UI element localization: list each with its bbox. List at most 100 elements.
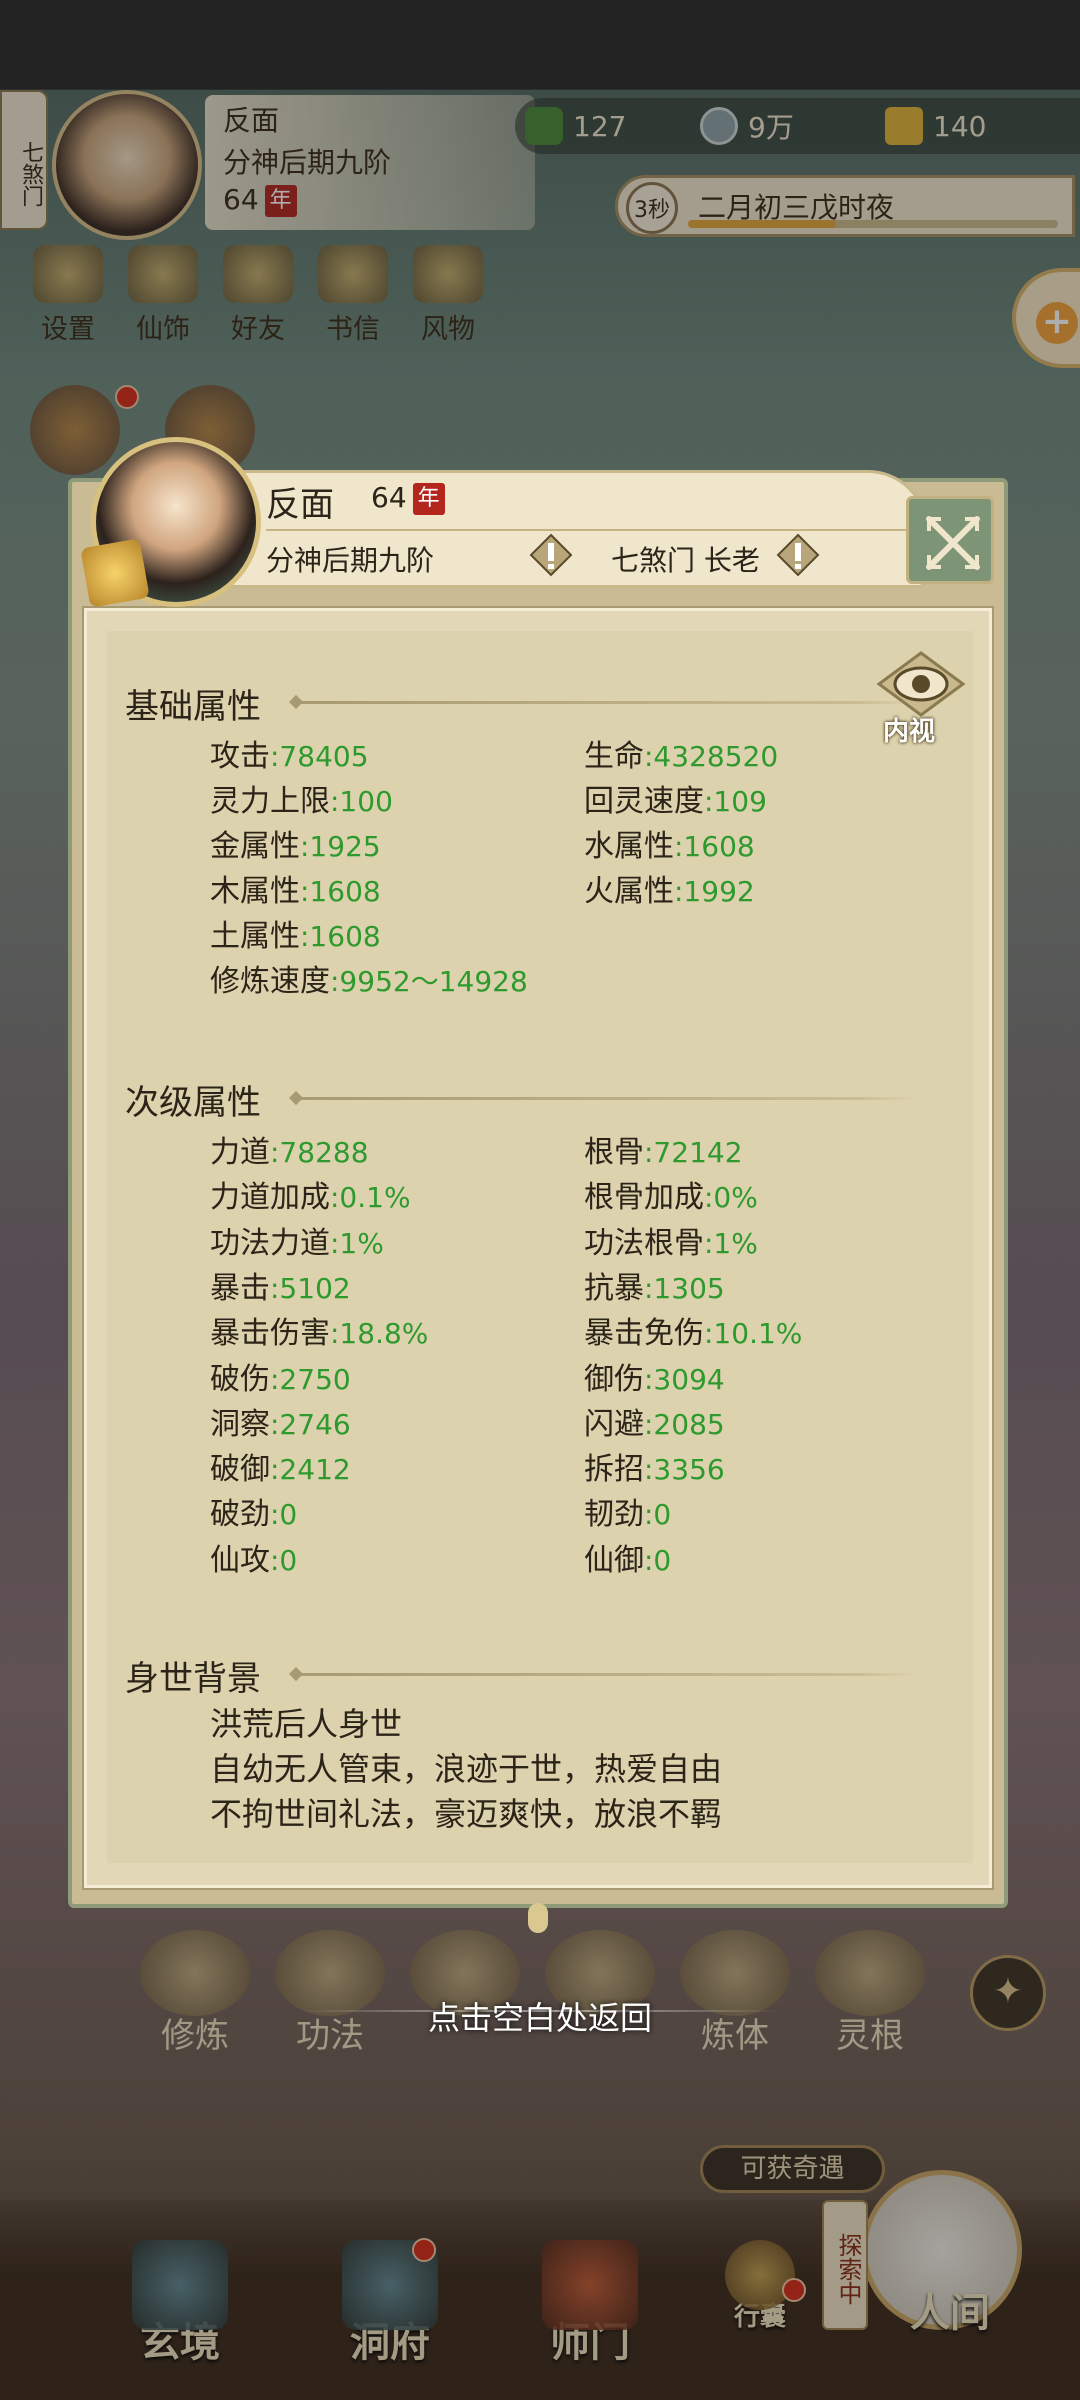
stat-wood: 木属性:1608 [210, 866, 381, 910]
stat-water: 水属性:1608 [584, 821, 755, 865]
stat-value: :1992 [674, 875, 755, 908]
secondary-stat: 功法根骨:1% [584, 1218, 758, 1262]
secondary-stat: 力道:78288 [210, 1127, 369, 1171]
stat-label: 暴击 [210, 1270, 270, 1306]
secondary-stat: 御伤:3094 [584, 1354, 725, 1398]
stat-metal: 金属性:1925 [210, 821, 381, 865]
stat-label: 力道 [210, 1135, 270, 1170]
stat-value: :78405 [270, 740, 369, 773]
character-age: 64 年 [371, 481, 445, 515]
stat-value: :1608 [300, 920, 381, 953]
stat-value: :4328520 [644, 740, 779, 773]
stat-value: :1% [330, 1226, 384, 1260]
background-title: 身世背景 [125, 1659, 261, 1699]
stat-value: :2746 [270, 1407, 351, 1441]
stat-label: 抗暴 [584, 1270, 644, 1306]
stat-value: :0 [270, 1498, 298, 1532]
stat-value: :18.8% [330, 1317, 429, 1351]
stat-label: 修炼速度 [210, 964, 330, 999]
stat-value: :3356 [644, 1453, 725, 1487]
stat-value: :100 [330, 785, 393, 818]
stat-value: :1608 [674, 830, 755, 863]
stat-value: :10.1% [704, 1317, 803, 1351]
stat-label: 水属性 [584, 829, 674, 864]
secondary-stat: 力道加成:0.1% [210, 1172, 411, 1216]
secondary-stat: 根骨:72142 [584, 1127, 743, 1171]
stat-value: :0 [644, 1543, 672, 1577]
stat-value: :2750 [270, 1362, 351, 1396]
stat-value: :5102 [270, 1271, 351, 1305]
secondary-attributes-title: 次级属性 [125, 1083, 261, 1123]
basic-attributes-title: 基础属性 [125, 687, 261, 727]
stat-label: 回灵速度 [584, 784, 704, 819]
secondary-stat: 破御:2412 [210, 1444, 351, 1488]
stat-label: 拆招 [584, 1452, 644, 1488]
background-line: 洪荒后人身世 [210, 1705, 403, 1743]
stat-label: 攻击 [210, 739, 270, 774]
stat-value: :1608 [300, 875, 381, 908]
stat-value: :3094 [644, 1362, 725, 1396]
stat-label: 根骨加成 [584, 1180, 704, 1216]
stat-label: 功法力道 [210, 1225, 330, 1261]
character-realm: 分神后期九阶 [266, 544, 435, 577]
secondary-stat: 洞察:2746 [210, 1399, 351, 1443]
secondary-stat: 拆招:3356 [584, 1444, 725, 1488]
stat-label: 根骨 [584, 1135, 644, 1170]
stat-cultivation-speed: 修炼速度:9952～14928 [210, 956, 528, 1000]
return-hint: 点击空白处返回 [427, 1999, 652, 2037]
secondary-stat: 破伤:2750 [210, 1354, 351, 1398]
warning-icon[interactable] [776, 533, 820, 577]
inner-view-button[interactable]: 内视 [875, 649, 967, 759]
secondary-stat: 抗暴:1305 [584, 1263, 725, 1307]
close-icon [926, 516, 980, 570]
secondary-stat: 根骨加成:0% [584, 1172, 758, 1216]
stat-value: :78288 [270, 1136, 369, 1169]
stat-fire: 火属性:1992 [584, 866, 755, 910]
background-line: 自幼无人管束，浪迹于世，热爱自由 [210, 1750, 723, 1788]
stat-mana-cap: 灵力上限:100 [210, 776, 393, 820]
stat-value: :1% [704, 1226, 758, 1260]
secondary-stat: 仙攻:0 [210, 1535, 297, 1579]
dialog-header: 反面 64 年 分神后期九阶 七煞门 长老 [80, 437, 928, 608]
rank-crown-icon [80, 538, 150, 608]
section-divider [297, 1673, 917, 1676]
stat-hp: 生命:4328520 [584, 731, 778, 775]
stat-label: 破劲 [210, 1497, 270, 1533]
stat-label: 破伤 [210, 1361, 270, 1397]
stat-label: 洞察 [210, 1406, 270, 1442]
secondary-stat: 暴击伤害:18.8% [210, 1308, 428, 1352]
stat-value: :0 [270, 1543, 298, 1577]
close-button[interactable] [906, 496, 994, 584]
stat-value: :109 [704, 785, 767, 818]
stat-value: :1925 [300, 830, 381, 863]
stat-value: :2085 [644, 1407, 725, 1441]
stat-earth: 土属性:1608 [210, 911, 381, 955]
attributes-panel: 基础属性 内视 攻击:78405 生命:4328520 灵力上限:100 回灵速… [82, 606, 994, 1890]
character-name: 反面 [266, 485, 334, 525]
secondary-stat: 功法力道:1% [210, 1218, 384, 1262]
secondary-stat: 仙御:0 [584, 1535, 671, 1579]
attributes-scroll-area[interactable]: 基础属性 内视 攻击:78405 生命:4328520 灵力上限:100 回灵速… [107, 631, 973, 1863]
stat-attack: 攻击:78405 [210, 731, 369, 775]
stat-value: :72142 [644, 1136, 743, 1169]
stat-label: 生命 [584, 739, 644, 774]
stat-mana-regen: 回灵速度:109 [584, 776, 767, 820]
stat-label: 韧劲 [584, 1497, 644, 1533]
stat-value: :2412 [270, 1453, 351, 1487]
stat-label: 暴击伤害 [210, 1316, 330, 1352]
stat-label: 木属性 [210, 874, 300, 909]
stat-label: 功法根骨 [584, 1225, 704, 1261]
section-divider [297, 1097, 917, 1100]
stat-label: 仙攻 [210, 1542, 270, 1578]
secondary-stat: 闪避:2085 [584, 1399, 725, 1443]
section-divider [297, 701, 917, 704]
dialog-ornament [528, 1903, 548, 1933]
secondary-stat: 暴击免伤:10.1% [584, 1308, 802, 1352]
warning-icon[interactable] [529, 533, 573, 577]
stat-label: 暴击免伤 [584, 1316, 704, 1352]
stat-value: :0% [704, 1181, 758, 1215]
secondary-stat: 破劲:0 [210, 1489, 297, 1533]
stat-label: 闪避 [584, 1406, 644, 1442]
stat-value: :1305 [644, 1271, 725, 1305]
stat-label: 御伤 [584, 1361, 644, 1397]
